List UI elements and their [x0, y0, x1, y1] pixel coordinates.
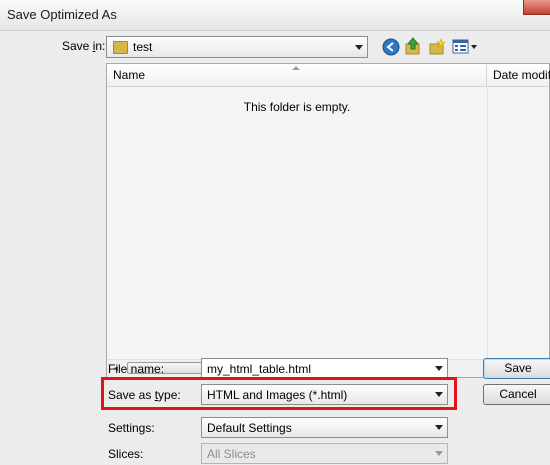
save-in-label: Save in: — [62, 39, 106, 53]
chevron-down-icon — [430, 418, 447, 437]
file-name-value: my_html_table.html — [207, 362, 312, 376]
chevron-down-icon — [350, 37, 367, 57]
title-bar: Save Optimized As — [0, 0, 550, 31]
chevron-down-icon — [430, 444, 447, 463]
list-header: Name Date modified — [107, 64, 550, 87]
slices-dropdown: All Slices — [201, 443, 448, 464]
chevron-down-icon — [430, 385, 447, 404]
file-list[interactable]: Name Date modified This folder is empty.… — [106, 63, 550, 378]
chevron-down-icon[interactable] — [430, 359, 447, 378]
save-button[interactable]: Save — [483, 358, 550, 379]
back-icon[interactable] — [382, 38, 400, 56]
column-divider — [487, 86, 488, 376]
save-as-type-dropdown[interactable]: HTML and Images (*.html) — [201, 384, 448, 405]
file-name-input[interactable]: my_html_table.html — [201, 358, 448, 379]
save-in-value: test — [133, 40, 153, 54]
settings-value: Default Settings — [207, 421, 292, 435]
empty-folder-message: This folder is empty. — [243, 100, 351, 114]
column-header-date-modified[interactable]: Date modified — [487, 64, 550, 86]
dialog-body: Save in: test Name Date modified This fo… — [0, 31, 550, 465]
new-folder-icon[interactable] — [428, 38, 446, 56]
settings-dropdown[interactable]: Default Settings — [201, 417, 448, 438]
column-header-name[interactable]: Name — [107, 64, 487, 86]
slices-label: Slices: — [108, 447, 144, 461]
save-as-type-label: Save as type: — [108, 388, 181, 402]
save-in-dropdown[interactable]: test — [106, 36, 368, 58]
cancel-button[interactable]: Cancel — [483, 384, 550, 405]
close-button[interactable] — [523, 0, 550, 15]
up-folder-icon[interactable] — [404, 37, 422, 55]
window-title: Save Optimized As — [7, 7, 117, 22]
file-name-label: File name: — [108, 362, 165, 376]
settings-label: Settings: — [108, 421, 155, 435]
folder-icon — [113, 41, 128, 54]
slices-value: All Slices — [207, 447, 256, 461]
save-as-type-value: HTML and Images (*.html) — [207, 388, 348, 402]
views-icon[interactable] — [452, 38, 478, 56]
